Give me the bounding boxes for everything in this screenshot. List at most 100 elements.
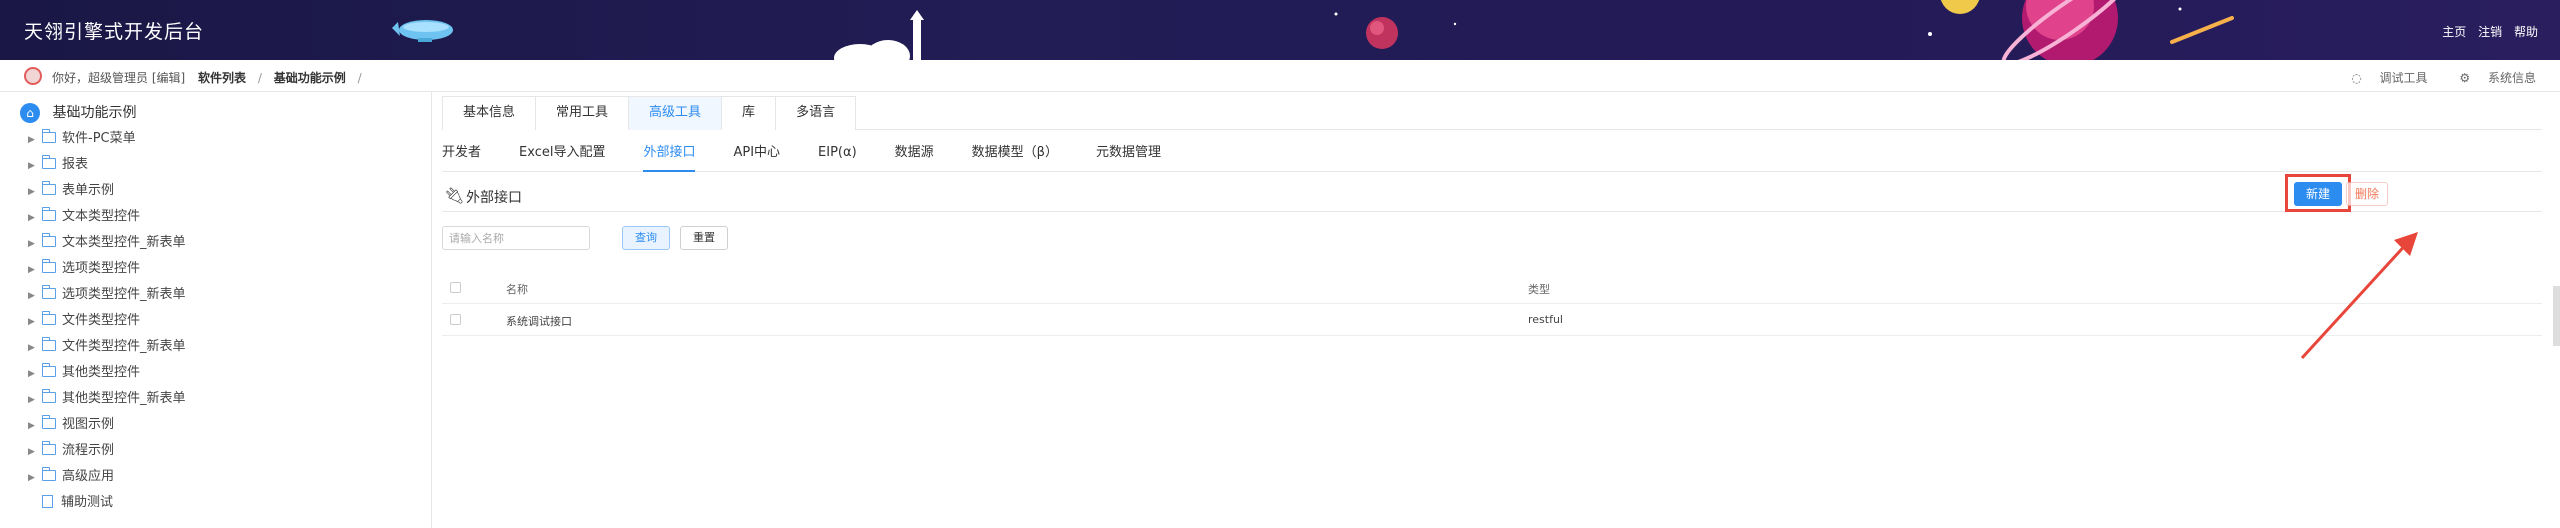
tab-sub[interactable]: API中心: [733, 140, 780, 172]
sidebar-item-label: 选项类型控件: [62, 261, 141, 276]
sidebar-item[interactable]: ▶ 高级应用: [28, 466, 114, 488]
avatar[interactable]: [24, 67, 42, 85]
annotation-arrow: [2300, 232, 2418, 360]
expand-caret-icon[interactable]: ▶: [28, 181, 42, 203]
expand-caret-icon[interactable]: ▶: [28, 337, 42, 359]
debug-tool-button[interactable]: ◌ 调试工具: [2337, 71, 2431, 85]
plug-icon: 🔌︎: [444, 186, 465, 205]
folder-icon: [42, 415, 56, 429]
folder-icon: [42, 129, 56, 143]
breadcrumb-separator: /: [257, 71, 262, 85]
select-all-checkbox[interactable]: [450, 282, 461, 293]
sidebar-item-label: 流程示例: [62, 443, 115, 458]
tab-sub[interactable]: 数据源: [895, 140, 934, 172]
sidebar-item-label: 视图示例: [62, 417, 115, 432]
sidebar-item-label: 软件-PC菜单: [62, 131, 136, 146]
interface-table: 名称 类型 系统调试接口 restful: [442, 272, 2542, 336]
expand-caret-icon[interactable]: ▶: [28, 233, 42, 255]
expand-caret-icon[interactable]: ▶: [28, 259, 42, 281]
expand-caret-icon[interactable]: ▶: [28, 441, 42, 463]
sidebar-item[interactable]: ▶ 报表: [28, 154, 88, 176]
tab-sub[interactable]: Excel导入配置: [519, 140, 605, 172]
main-panel: 基本信息 常用工具 高级工具库多语言 开发者 Excel导入配置 外部接口 API中心 EI…: [442, 92, 2542, 528]
sidebar-tree: ⌂ 基础功能示例 ▶ 软件-PC菜单 ▶ 报表 ▶ 表单示例 ▶ 文本类型控件 ▶ 文本类型控件_…: [0, 92, 432, 528]
logout-link[interactable]: 注销: [2478, 25, 2502, 39]
sidebar-item-label: 表单示例: [62, 183, 115, 198]
settings-icon: ⚙: [2459, 71, 2471, 85]
sidebar-item-label: 其他类型控件_新表单: [62, 391, 186, 406]
scrollbar[interactable]: [2553, 286, 2560, 346]
tab-sub[interactable]: 外部接口: [643, 140, 696, 172]
breadcrumb-separator: /: [357, 71, 362, 85]
sidebar-item[interactable]: 辅助测试: [28, 492, 113, 514]
breadcrumb-app[interactable]: 基础功能示例: [274, 71, 346, 85]
tab-top[interactable]: 常用工具: [535, 96, 630, 130]
help-link[interactable]: 帮助: [2514, 25, 2538, 39]
tab-sub[interactable]: 开发者: [442, 140, 481, 172]
sidebar-item-label: 文本类型控件_新表单: [62, 235, 186, 250]
sidebar-item[interactable]: ▶ 流程示例: [28, 440, 114, 462]
home-icon: ⌂: [20, 103, 40, 123]
top-tabs: 基本信息 常用工具 高级工具库多语言: [442, 96, 2542, 130]
header-decoration: [392, 0, 2234, 60]
expand-caret-icon[interactable]: ▶: [28, 467, 42, 489]
sidebar-item-label: 报表: [62, 157, 89, 172]
sidebar-item[interactable]: ▶ 视图示例: [28, 414, 114, 436]
tab-top[interactable]: 基本信息: [442, 96, 537, 130]
folder-icon: [42, 467, 56, 481]
user-greeting[interactable]: 你好，超级管理员 [编辑]: [52, 69, 185, 86]
folder-icon: [42, 337, 56, 351]
folder-icon: [42, 311, 56, 325]
sidebar-item[interactable]: ▶ 文本类型控件_新表单: [28, 232, 186, 254]
sidebar-item[interactable]: ▶ 选项类型控件_新表单: [28, 284, 186, 306]
sidebar-item[interactable]: ▶ 文件类型控件: [28, 310, 140, 332]
tab-sub[interactable]: 元数据管理: [1096, 140, 1161, 172]
tab-top[interactable]: 多语言: [775, 96, 857, 130]
breadcrumb-bar: 你好，超级管理员 [编辑] 软件列表 / 基础功能示例 / ◌ 调试工具 ⚙ 系…: [0, 60, 2560, 92]
new-button[interactable]: 新建: [2294, 182, 2342, 206]
cell-name[interactable]: 系统调试接口: [506, 313, 572, 329]
reset-button[interactable]: 重置: [680, 226, 728, 250]
section-header: 🔌︎ 外部接口: [442, 180, 2542, 212]
cell-type: restful: [1528, 313, 1563, 326]
sidebar-item[interactable]: ▶ 文本类型控件: [28, 206, 140, 228]
folder-icon: [42, 285, 56, 299]
sidebar-item[interactable]: ▶ 软件-PC菜单: [28, 128, 136, 150]
system-info-button[interactable]: ⚙ 系统信息: [2445, 71, 2536, 85]
delete-button[interactable]: 删除: [2346, 182, 2388, 206]
expand-caret-icon[interactable]: ▶: [28, 285, 42, 307]
tab-top[interactable]: 高级工具: [628, 96, 723, 130]
sidebar-item[interactable]: ▶ 其他类型控件: [28, 362, 140, 384]
expand-caret-icon[interactable]: ▶: [28, 363, 42, 385]
sidebar-item[interactable]: ▶ 其他类型控件_新表单: [28, 388, 186, 410]
expand-caret-icon[interactable]: ▶: [28, 415, 42, 437]
table-row[interactable]: 系统调试接口 restful: [442, 304, 2542, 336]
tab-sub[interactable]: 数据模型（β）: [972, 140, 1058, 172]
table-header-row: 名称 类型: [442, 272, 2542, 304]
tree-root[interactable]: ⌂ 基础功能示例: [20, 102, 136, 123]
sidebar-item[interactable]: ▶ 表单示例: [28, 180, 114, 202]
query-button[interactable]: 查询: [622, 226, 670, 250]
folder-icon: [42, 233, 56, 247]
gear-icon: ◌: [2351, 71, 2362, 85]
expand-caret-icon[interactable]: ▶: [28, 389, 42, 411]
sidebar-item[interactable]: ▶ 选项类型控件: [28, 258, 140, 280]
file-icon: [42, 495, 53, 508]
row-checkbox[interactable]: [450, 314, 461, 325]
tab-sub[interactable]: EIP(α): [818, 140, 857, 172]
column-header-type: 类型: [1528, 283, 1550, 296]
expand-caret-icon[interactable]: ▶: [28, 129, 42, 151]
expand-caret-icon[interactable]: ▶: [28, 155, 42, 177]
sidebar-item[interactable]: ▶ 文件类型控件_新表单: [28, 336, 186, 358]
folder-icon: [42, 441, 56, 455]
breadcrumb-software-list[interactable]: 软件列表: [198, 71, 246, 85]
search-input[interactable]: [442, 226, 590, 250]
app-header: 天翎引擎式开发后台 主页 注销 帮助: [0, 0, 2560, 60]
folder-icon: [42, 259, 56, 273]
debug-tool-label: 调试工具: [2379, 71, 2428, 85]
home-link[interactable]: 主页: [2442, 25, 2466, 39]
tab-top[interactable]: 库: [721, 96, 777, 130]
expand-caret-icon[interactable]: ▶: [28, 311, 42, 333]
sidebar-item-label: 文件类型控件_新表单: [62, 339, 186, 354]
expand-caret-icon[interactable]: ▶: [28, 207, 42, 229]
